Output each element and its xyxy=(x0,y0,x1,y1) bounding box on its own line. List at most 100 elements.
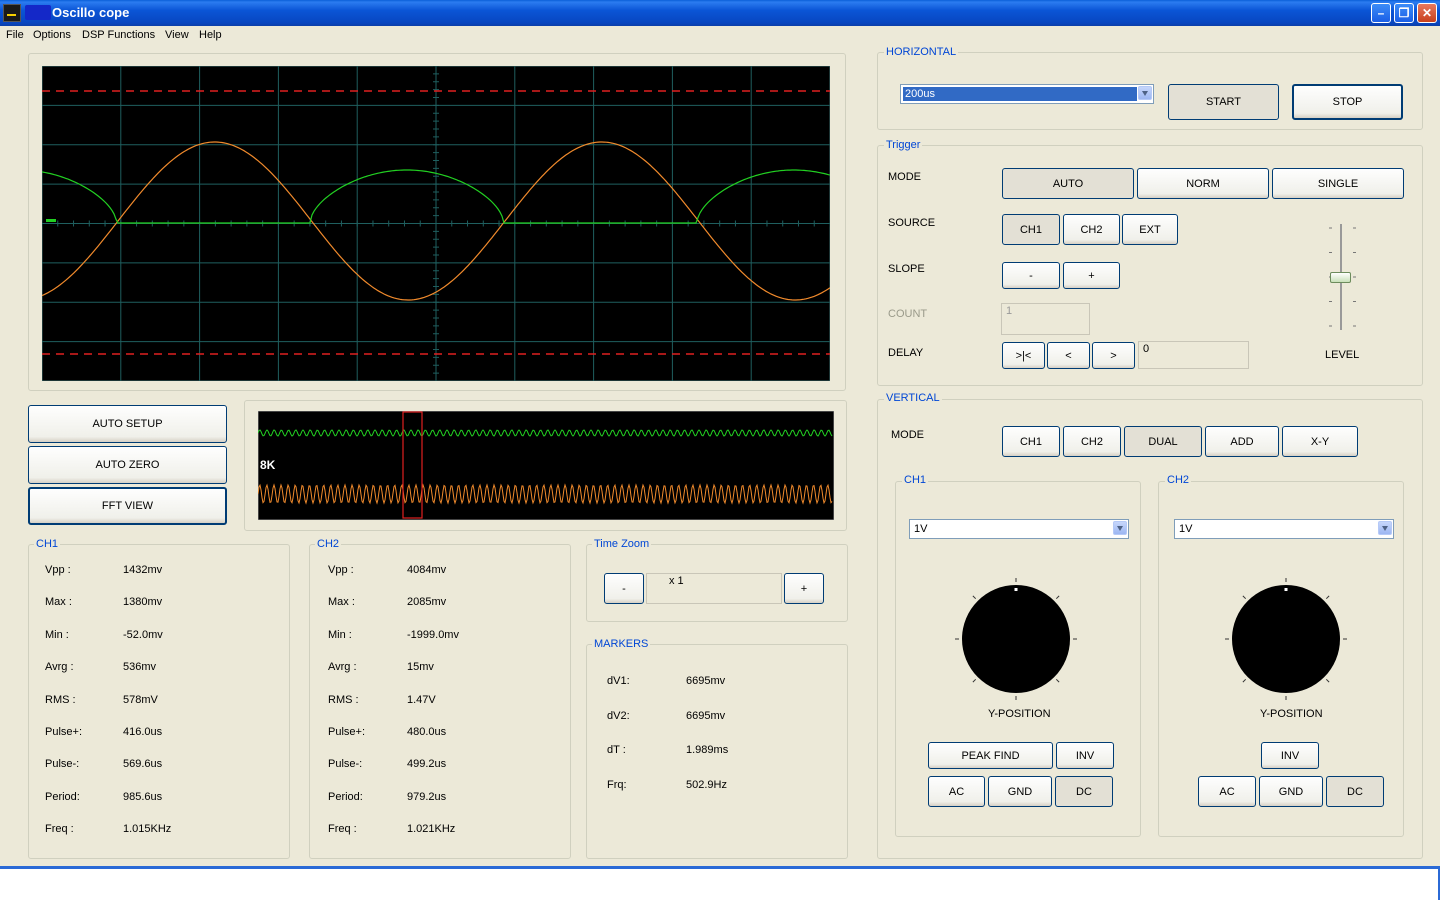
menu-file[interactable]: File xyxy=(6,29,24,41)
start-button[interactable]: START xyxy=(1168,84,1279,120)
knob-tick xyxy=(1242,678,1247,683)
chevron-down-icon[interactable] xyxy=(1378,521,1392,535)
close-icon[interactable]: ✕ xyxy=(1417,3,1437,23)
slope-minus-button[interactable]: - xyxy=(1002,262,1060,289)
markers-title: MARKERS xyxy=(592,638,651,650)
menu-view[interactable]: View xyxy=(165,29,189,41)
trigger-norm-button[interactable]: NORM xyxy=(1137,168,1269,199)
vertical-mode-label: MODE xyxy=(891,429,924,441)
ch2-stat-value: -1999.0mv xyxy=(407,628,459,641)
ch1-volts-select[interactable]: 1V xyxy=(909,519,1129,539)
horizontal-title: HORIZONTAL xyxy=(884,46,959,58)
trigger-level-label: LEVEL xyxy=(1325,349,1360,361)
chevron-down-icon[interactable] xyxy=(1113,521,1127,535)
ch2-stat-label: RMS : xyxy=(328,693,359,706)
knob-body xyxy=(962,585,1070,693)
ch2-stat-label: Pulse+: xyxy=(328,726,365,738)
delay-right-button[interactable]: > xyxy=(1092,342,1135,369)
ch2-stat-value: 2085mv xyxy=(407,596,447,609)
status-area xyxy=(0,869,1440,900)
knob-tick xyxy=(1325,595,1330,600)
vertical-title: VERTICAL xyxy=(884,392,942,404)
overview-depth-label: 8K xyxy=(260,458,276,472)
ch2-stats-title: CH2 xyxy=(315,538,342,550)
ch2-ypos-knob[interactable] xyxy=(1225,578,1347,700)
knob-tick xyxy=(1055,595,1060,600)
timebase-select[interactable]: 200us xyxy=(900,84,1154,104)
marker-label: Frq: xyxy=(607,778,627,791)
overview-screen[interactable] xyxy=(258,411,834,520)
ch1-stat-value: 1.015KHz xyxy=(123,823,172,836)
zoom-in-button[interactable]: + xyxy=(784,573,824,604)
ch1-stat-label: Period: xyxy=(45,790,80,803)
ch2-inv-button[interactable]: INV xyxy=(1261,742,1319,769)
fft-view-button[interactable]: FFT VIEW xyxy=(28,487,227,525)
ch1-ypos-knob[interactable] xyxy=(955,578,1077,700)
trigger-level-thumb[interactable] xyxy=(1330,272,1351,283)
ch1-dc-button[interactable]: DC xyxy=(1055,776,1113,807)
trigger-count-field: 1 xyxy=(1001,303,1090,335)
app-icon[interactable] xyxy=(3,4,21,22)
ch2-stat-value: 480.0us xyxy=(407,726,447,738)
ch1-stat-value: 1432mv xyxy=(123,564,163,576)
knob-indicator xyxy=(1014,588,1018,591)
source-ext-button[interactable]: EXT xyxy=(1122,214,1178,245)
ch2-ypos-label: Y-POSITION xyxy=(1260,708,1323,720)
delay-value-field: 0 xyxy=(1138,341,1249,369)
knob-tick xyxy=(1242,595,1247,600)
vmode-add-button[interactable]: ADD xyxy=(1205,426,1279,457)
restore-icon[interactable]: ❐ xyxy=(1394,3,1414,23)
trigger-single-button[interactable]: SINGLE xyxy=(1272,168,1404,199)
trigger-delay-label: DELAY xyxy=(888,347,924,359)
auto-setup-button[interactable]: AUTO SETUP xyxy=(28,405,227,443)
ch1-ac-button[interactable]: AC xyxy=(928,776,985,807)
knob-indicator xyxy=(1284,588,1288,591)
vmode-ch2-button[interactable]: CH2 xyxy=(1063,426,1121,457)
trigger-mode-label: MODE xyxy=(888,171,921,183)
ch1-gnd-button[interactable]: GND xyxy=(988,776,1052,807)
delay-left-button[interactable]: < xyxy=(1047,342,1090,369)
scope-screen[interactable] xyxy=(42,66,830,381)
ch2-stat-label: Min : xyxy=(328,628,352,641)
marker-label: dV1: xyxy=(607,675,630,687)
ch2-gnd-button[interactable]: GND xyxy=(1259,776,1323,807)
knob-tick xyxy=(1055,678,1060,683)
ch1-peak-find-button[interactable]: PEAK FIND xyxy=(928,742,1053,769)
ch2-volts-select[interactable]: 1V xyxy=(1174,519,1394,539)
ch2-stat-label: Freq : xyxy=(328,823,357,836)
ch2-dc-button[interactable]: DC xyxy=(1326,776,1384,807)
trigger-auto-button[interactable]: AUTO xyxy=(1002,168,1134,199)
menu-dsp-functions[interactable]: DSP Functions xyxy=(82,29,155,41)
ch2-stat-value: 4084mv xyxy=(407,564,447,576)
minimize-icon[interactable]: – xyxy=(1371,3,1391,23)
ch1-stat-value: 1380mv xyxy=(123,596,163,609)
ch1-stat-label: Pulse-: xyxy=(45,758,80,771)
marker-label: dT : xyxy=(607,744,626,756)
vertical-ch2-title: CH2 xyxy=(1165,474,1192,486)
chevron-down-icon[interactable] xyxy=(1138,86,1152,100)
delay-reset-button[interactable]: >|< xyxy=(1002,342,1045,369)
auto-zero-button[interactable]: AUTO ZERO xyxy=(28,446,227,484)
stop-button[interactable]: STOP xyxy=(1292,84,1403,120)
overview-background xyxy=(258,411,834,520)
menu-help[interactable]: Help xyxy=(199,29,222,41)
vmode-ch1-button[interactable]: CH1 xyxy=(1002,426,1060,457)
vmode-dual-button[interactable]: DUAL xyxy=(1124,426,1202,457)
ch1-stat-label: Avrg : xyxy=(45,661,74,674)
window-title: Oscillo cope xyxy=(52,5,130,20)
slope-plus-button[interactable]: + xyxy=(1063,262,1120,289)
marker-label: dV2: xyxy=(607,709,630,722)
ch2-stat-label: Vpp : xyxy=(328,564,354,576)
zoom-out-button[interactable]: - xyxy=(604,573,644,604)
ch1-inv-button[interactable]: INV xyxy=(1056,742,1114,769)
title-bar xyxy=(0,0,1440,26)
menu-options[interactable]: Options xyxy=(33,29,71,41)
vmode-xy-button[interactable]: X-Y xyxy=(1282,426,1358,457)
ch2-ac-button[interactable]: AC xyxy=(1198,776,1256,807)
trigger-count-label: COUNT xyxy=(888,308,928,320)
source-ch2-button[interactable]: CH2 xyxy=(1063,214,1120,245)
ch1-stat-value: 578mV xyxy=(123,693,158,706)
source-ch1-button[interactable]: CH1 xyxy=(1002,214,1060,245)
app-logo xyxy=(25,5,51,20)
ch2-stat-label: Period: xyxy=(328,790,363,803)
